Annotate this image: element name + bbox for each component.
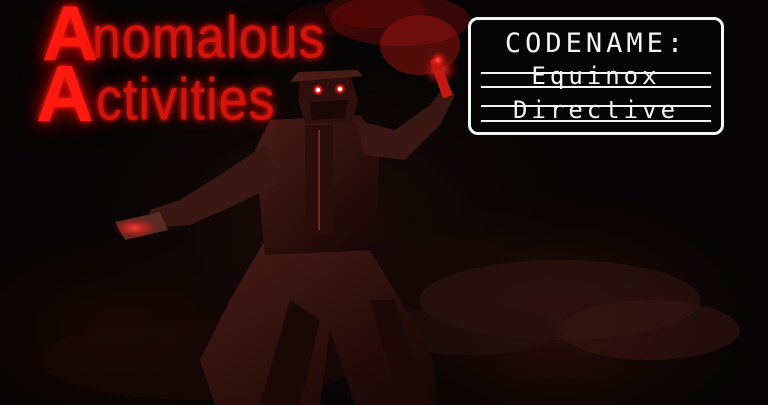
title-letter-a-bottom: A xyxy=(36,49,94,138)
title-word-anomalous: nomalous xyxy=(92,4,326,72)
codename-word-equinox: Equinox xyxy=(531,62,661,90)
codename-word-directive: Directive xyxy=(512,96,680,124)
flare-flame xyxy=(428,50,448,70)
codename-box: CODENAME: Equinox Directive xyxy=(468,17,724,135)
codename-label: CODENAME: xyxy=(504,28,688,59)
title-word-activities: ctivities xyxy=(96,66,276,134)
extended-arm xyxy=(148,145,275,228)
title-screen: A nomalous A ctivities CODENAME: Equinox… xyxy=(0,0,768,405)
game-title: A nomalous A ctivities xyxy=(0,0,380,134)
